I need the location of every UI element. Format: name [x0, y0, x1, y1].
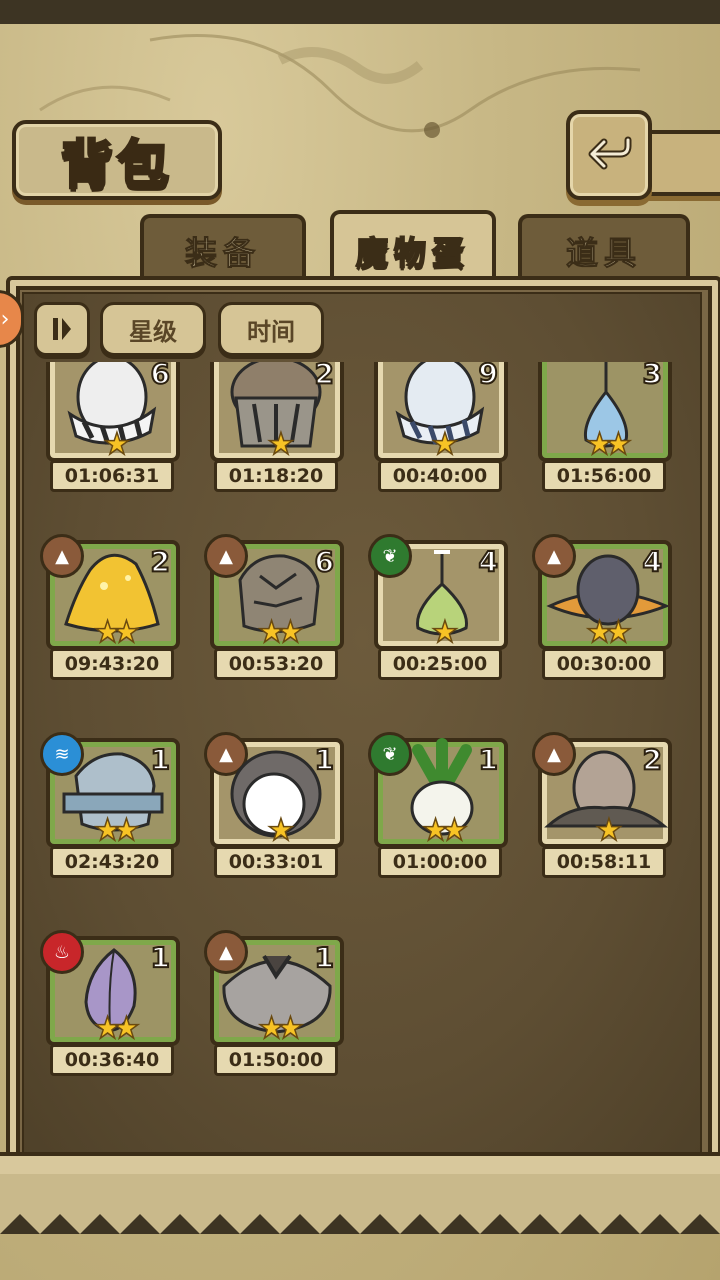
egg-count: 2 — [313, 362, 335, 390]
star-rating: ★★ — [93, 615, 140, 650]
star-rating: ★ — [431, 427, 459, 462]
hatch-timer: 00:58:11 — [542, 846, 666, 878]
star-rating: ★★ — [585, 427, 632, 462]
star-rating: ★★ — [257, 615, 304, 650]
sort-by-stars-button[interactable]: 星级 — [100, 302, 206, 356]
egg-card[interactable]: ▲ 6 ★★ 00:53:20 — [204, 534, 344, 680]
hatch-timer: 01:00:00 — [378, 846, 502, 878]
egg-card[interactable]: ▲ 2 ★★ 09:43:20 — [40, 534, 180, 680]
star-rating: ★ — [431, 615, 459, 650]
sort-by-time-button[interactable]: 时间 — [218, 302, 324, 356]
star-rating: ★★ — [257, 1011, 304, 1046]
egg-count: 6 — [149, 362, 171, 390]
egg-count: 1 — [149, 941, 171, 974]
tab-items[interactable]: 道具 — [518, 214, 690, 284]
back-arrow-icon — [588, 136, 632, 170]
egg-card[interactable]: 9 ★ 00:40:00 — [374, 362, 508, 492]
top-border — [0, 0, 720, 24]
egg-count: 2 — [149, 545, 171, 578]
tab-label: 道具 — [565, 234, 642, 273]
hatch-timer: 01:50:00 — [214, 1044, 338, 1076]
back-button-tail — [640, 130, 720, 196]
page-title: 背包 — [59, 134, 173, 197]
star-rating: ★ — [267, 427, 295, 462]
tab-label: 魔物蛋 — [355, 233, 470, 273]
egg-card[interactable]: 3 ★★ 01:56:00 — [538, 362, 672, 492]
star-rating: ★ — [103, 427, 131, 462]
egg-grid: 6 ★ 01:06:31 2 ★ 01:18:20 9 ★ 00:40:00 3 — [22, 362, 698, 1152]
star-rating: ★★ — [585, 615, 632, 650]
egg-card[interactable]: ❦ 4 ★ 00:25:00 — [368, 534, 508, 680]
egg-card[interactable]: ▲ 4 ★★ 00:30:00 — [532, 534, 672, 680]
star-rating: ★ — [267, 813, 295, 848]
hatch-timer: 01:18:20 — [214, 460, 338, 492]
egg-card[interactable]: ♨ 1 ★★ 00:36:40 — [40, 930, 180, 1076]
hatch-timer: 02:43:20 — [50, 846, 174, 878]
egg-card[interactable]: ▲ 1 ★ 00:33:01 — [204, 732, 344, 878]
hatch-timer: 00:25:00 — [378, 648, 502, 680]
hatch-timer: 00:53:20 — [214, 648, 338, 680]
tab-equipment[interactable]: 装备 — [140, 214, 306, 284]
egg-count: 1 — [313, 743, 335, 776]
egg-card[interactable]: 6 ★ 01:06:31 — [46, 362, 180, 492]
egg-card[interactable]: ▲ 1 ★★ 01:50:00 — [204, 930, 344, 1076]
egg-count: 1 — [477, 743, 499, 776]
star-rating: ★★ — [93, 1011, 140, 1046]
hatch-timer: 01:06:31 — [50, 460, 174, 492]
hatch-timer: 01:56:00 — [542, 460, 666, 492]
egg-card[interactable]: ≋ 1 ★★ 02:43:20 — [40, 732, 180, 878]
tab-label: 装备 — [184, 234, 261, 273]
sort-order-icon — [53, 318, 71, 340]
star-rating: ★★ — [93, 813, 140, 848]
egg-count: 1 — [149, 743, 171, 776]
egg-count: 4 — [477, 545, 499, 578]
hatch-timer: 00:30:00 — [542, 648, 666, 680]
egg-count: 9 — [477, 362, 499, 390]
hatch-timer: 00:36:40 — [50, 1044, 174, 1076]
egg-card[interactable]: 2 ★ 01:18:20 — [210, 362, 344, 492]
egg-count: 2 — [641, 743, 663, 776]
egg-count: 6 — [313, 545, 335, 578]
egg-count: 1 — [313, 941, 335, 974]
star-rating: ★ — [595, 813, 623, 848]
egg-card[interactable]: ▲ 2 ★ 00:58:11 — [532, 732, 672, 878]
egg-count: 3 — [641, 362, 663, 390]
sort-order-toggle[interactable] — [34, 302, 90, 356]
hatch-timer: 00:40:00 — [378, 460, 502, 492]
back-button[interactable] — [566, 110, 652, 200]
title-plate: 背包 — [12, 120, 222, 200]
egg-count: 4 — [641, 545, 663, 578]
star-rating: ★★ — [421, 813, 468, 848]
hatch-timer: 09:43:20 — [50, 648, 174, 680]
bottom-decoration — [0, 1174, 720, 1234]
egg-card[interactable]: ❦ 1 ★★ 01:00:00 — [368, 732, 508, 878]
hatch-timer: 00:33:01 — [214, 846, 338, 878]
